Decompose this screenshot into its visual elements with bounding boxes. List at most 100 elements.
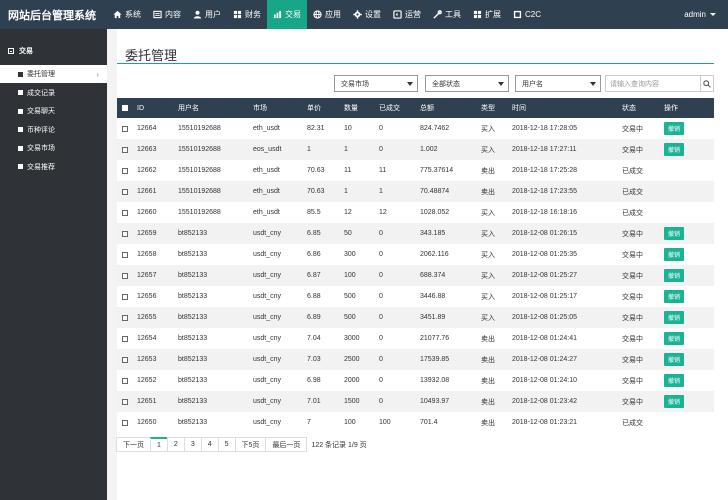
last-page-button[interactable]: 最后一页 — [265, 437, 308, 452]
page-button-2[interactable]: 2 — [166, 437, 185, 452]
nav-item-1[interactable]: 内容 — [147, 0, 187, 29]
cell-total: 824.7462 — [420, 125, 450, 132]
cell-status: 已成交 — [622, 188, 643, 196]
status-select[interactable]: 全部状态 — [425, 75, 509, 92]
cell-price: 6.87 — [307, 272, 321, 279]
row-checkbox[interactable] — [122, 293, 128, 300]
row-checkbox[interactable] — [122, 419, 128, 426]
sidebar-item-2[interactable]: 交易聊天 — [0, 102, 107, 120]
nav-item-9[interactable]: 扩展 — [467, 0, 507, 29]
market-select[interactable]: 交易市场 — [334, 75, 418, 92]
page-button-1[interactable]: 1 — [150, 437, 168, 452]
nav-item-7[interactable]: 运营 — [387, 0, 427, 29]
cell-id: 12655 — [137, 314, 157, 321]
nav-item-6[interactable]: 设置 — [347, 0, 387, 29]
cell-user: 15510192688 — [178, 167, 221, 174]
trade-icon — [273, 10, 282, 19]
row-checkbox[interactable] — [122, 146, 128, 153]
prev-page-button[interactable]: 下一页 — [116, 437, 151, 452]
field-select[interactable]: 用户名 — [515, 75, 601, 92]
sidebar-item-5[interactable]: 交易推荐 — [0, 158, 107, 176]
cell-price: 6.98 — [307, 377, 321, 384]
row-checkbox[interactable] — [122, 356, 128, 363]
cell-time: 2018-12-08 01:23:21 — [512, 419, 577, 426]
table-row: 12651 bt852133 usdt_cny 7.01 1500 0 10493.97 卖出… — [117, 391, 714, 412]
cell-id: 12663 — [137, 146, 157, 153]
chevron-down-icon — [710, 13, 716, 16]
cancel-order-button[interactable]: 撤销 — [664, 374, 685, 387]
nav-item-0[interactable]: 系统 — [107, 0, 147, 29]
cell-done: 0 — [379, 125, 383, 132]
cancel-order-button[interactable]: 撤销 — [664, 248, 685, 261]
row-checkbox[interactable] — [122, 398, 128, 405]
table-row: 12664 15510192688 eth_usdt 82.31 10 0 824.7462… — [117, 118, 714, 139]
nav-item-label: 内容 — [165, 10, 181, 19]
cancel-order-button[interactable]: 撤销 — [664, 290, 685, 303]
cancel-order-button[interactable]: 撤销 — [664, 143, 685, 156]
row-checkbox[interactable] — [122, 209, 128, 216]
cell-qty: 100 — [344, 272, 356, 279]
next-five-pages-button[interactable]: 下5页 — [234, 437, 267, 452]
cancel-order-button[interactable]: 撤销 — [664, 353, 685, 366]
page-button-4[interactable]: 4 — [200, 437, 219, 452]
row-select-cell — [122, 202, 128, 223]
action-cell: 撤销 — [664, 307, 685, 328]
cell-qty: 1 — [344, 146, 348, 153]
sidebar-item-4[interactable]: 交易市场 — [0, 139, 107, 157]
action-cell: 撤销 — [664, 391, 685, 412]
cell-qty: 12 — [344, 209, 352, 216]
cell-market: eos_usdt — [253, 146, 282, 153]
cell-time: 2018-12-18 17:27:11 — [512, 146, 577, 153]
row-checkbox[interactable] — [122, 125, 128, 132]
sidebar-item-1[interactable]: 成交记录 — [0, 84, 107, 102]
page-button-5[interactable]: 5 — [217, 437, 236, 452]
main-nav: 系统 内容 用户 财务 交易 应用 设置 运营 工具 扩展 C2C — [107, 0, 547, 29]
cell-market: usdt_cny — [253, 272, 282, 279]
row-checkbox[interactable] — [122, 314, 128, 321]
cell-status: 已成交 — [622, 167, 643, 175]
nav-item-2[interactable]: 用户 — [187, 0, 227, 29]
nav-item-10[interactable]: C2C — [507, 0, 547, 29]
cancel-order-button[interactable]: 撤销 — [664, 395, 685, 408]
cell-qty: 10 — [344, 125, 352, 132]
sidebar-item-0[interactable]: 委托管理 › — [0, 65, 107, 83]
nav-item-5[interactable]: 应用 — [307, 0, 347, 29]
select-all-checkbox[interactable] — [122, 105, 128, 111]
row-checkbox[interactable] — [122, 377, 128, 384]
row-checkbox[interactable] — [122, 272, 128, 279]
cancel-order-button[interactable]: 撤销 — [664, 311, 685, 324]
page-title: 委托管理 — [125, 48, 178, 63]
row-checkbox[interactable] — [122, 230, 128, 237]
nav-item-4[interactable]: 交易 — [267, 0, 307, 29]
sidebar-section-trade[interactable]: 交易 — [8, 46, 33, 56]
nav-item-8[interactable]: 工具 — [427, 0, 467, 29]
cell-type: 买入 — [481, 146, 495, 154]
column-header: 数量 — [344, 105, 358, 112]
row-checkbox[interactable] — [122, 167, 128, 174]
cell-status: 交易中 — [622, 314, 643, 322]
action-cell: 撤销 — [664, 139, 685, 160]
cell-user: bt852133 — [178, 398, 208, 405]
search-button[interactable] — [701, 75, 714, 92]
row-checkbox[interactable] — [122, 251, 128, 258]
row-checkbox[interactable] — [122, 188, 128, 195]
row-checkbox[interactable] — [122, 335, 128, 342]
cell-market: usdt_cny — [253, 230, 282, 237]
user-menu[interactable]: admin — [684, 0, 716, 29]
nav-item-3[interactable]: 财务 — [227, 0, 267, 29]
cancel-order-button[interactable]: 撤销 — [664, 122, 685, 135]
row-select-cell — [122, 139, 128, 160]
column-header: 总额 — [420, 105, 434, 112]
cancel-order-button[interactable]: 撤销 — [664, 269, 685, 282]
cell-total: 3451.89 — [420, 314, 446, 321]
cell-market: usdt_cny — [253, 314, 282, 321]
cell-id: 12661 — [137, 188, 157, 195]
search-input[interactable]: 请输入查询内容 — [605, 75, 701, 92]
cell-time: 2018-12-08 01:24:27 — [512, 356, 577, 363]
cancel-order-button[interactable]: 撤销 — [664, 332, 685, 345]
cancel-order-button[interactable]: 撤销 — [664, 227, 685, 240]
row-select-cell — [122, 286, 128, 307]
table-row: 12650 bt852133 usdt_cny 7 100 100 701.4 卖出 2018-… — [117, 412, 714, 433]
page-button-3[interactable]: 3 — [183, 437, 202, 452]
sidebar-item-3[interactable]: 币种评论 — [0, 121, 107, 139]
